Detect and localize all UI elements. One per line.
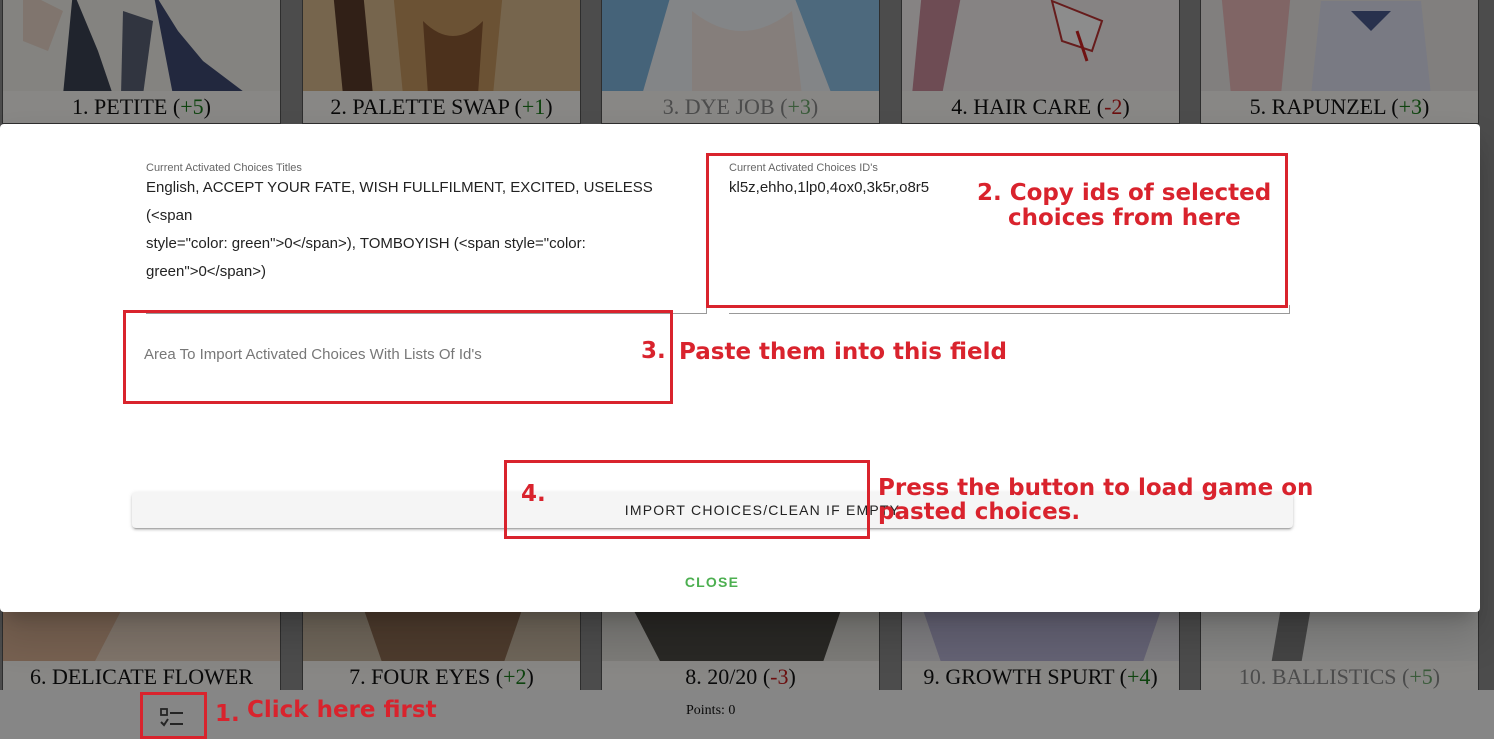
annotation-step4-line2: pasted choices. bbox=[878, 499, 1081, 525]
choice-card[interactable]: 3. DYE JOB (+3) bbox=[601, 0, 880, 124]
annotation-step1-text: Click here first bbox=[247, 697, 437, 723]
choice-title: 1. PETITE (+5) bbox=[3, 91, 280, 123]
character-artwork bbox=[303, 0, 580, 95]
choice-title: 4. HAIR CARE (-2) bbox=[902, 91, 1179, 123]
annotation-step1-number: 1. bbox=[215, 701, 240, 727]
character-artwork bbox=[602, 607, 879, 665]
annotation-step2-line2: choices from here bbox=[1008, 205, 1241, 231]
close-button[interactable]: CLOSE bbox=[672, 574, 752, 596]
character-artwork bbox=[602, 0, 879, 95]
choice-card[interactable]: 9. GROWTH SPURT (+4) bbox=[901, 606, 1180, 694]
choice-card[interactable]: 1. PETITE (+5) bbox=[2, 0, 281, 124]
choice-title: 2. PALETTE SWAP (+1) bbox=[303, 91, 580, 123]
highlight-box-step1 bbox=[140, 692, 207, 739]
character-artwork bbox=[303, 607, 580, 665]
highlight-box-step3 bbox=[123, 310, 673, 404]
annotation-step2-line1: 2. Copy ids of selected bbox=[977, 180, 1272, 206]
titles-textarea[interactable]: English, ACCEPT YOUR FATE, WISH FULLFILM… bbox=[146, 174, 701, 286]
choice-card[interactable]: 8. 20/20 (-3) bbox=[601, 606, 880, 694]
annotation-step4-line1: Press the button to load game on bbox=[878, 475, 1314, 501]
choice-title: 7. FOUR EYES (+2) bbox=[303, 661, 580, 693]
annotation-step3-number: 3. bbox=[641, 338, 666, 364]
annotation-step4-number: 4. bbox=[521, 481, 546, 507]
character-artwork bbox=[1201, 607, 1478, 665]
annotation-step3-text: Paste them into this field bbox=[679, 339, 1007, 365]
choice-card[interactable]: 10. BALLISTICS (+5) bbox=[1200, 606, 1479, 694]
choice-title: 8. 20/20 (-3) bbox=[602, 661, 879, 693]
points-counter: Points: 0 bbox=[686, 703, 736, 718]
character-artwork bbox=[3, 607, 280, 665]
character-artwork bbox=[902, 0, 1179, 95]
choice-card[interactable]: 2. PALETTE SWAP (+1) bbox=[302, 0, 581, 124]
choice-title: 5. RAPUNZEL (+3) bbox=[1201, 91, 1478, 123]
choice-card[interactable]: 5. RAPUNZEL (+3) bbox=[1200, 0, 1479, 124]
choice-card[interactable]: 4. HAIR CARE (-2) bbox=[901, 0, 1180, 124]
choice-card[interactable]: 7. FOUR EYES (+2) bbox=[302, 606, 581, 694]
choice-title: 3. DYE JOB (+3) bbox=[602, 91, 879, 123]
choice-title: 10. BALLISTICS (+5) bbox=[1201, 661, 1478, 693]
highlight-box-step4 bbox=[504, 460, 870, 539]
character-artwork bbox=[3, 0, 280, 95]
choice-title: 6. DELICATE FLOWER bbox=[3, 661, 280, 693]
titles-line: style="color: green">0</span>), TOMBOYIS… bbox=[146, 235, 586, 252]
character-artwork bbox=[1201, 0, 1478, 95]
choice-card[interactable]: 6. DELICATE FLOWER bbox=[2, 606, 281, 694]
titles-field-label: Current Activated Choices Titles bbox=[146, 162, 302, 174]
choice-title: 9. GROWTH SPURT (+4) bbox=[902, 661, 1179, 693]
ids-underline bbox=[729, 313, 1289, 314]
titles-line: English, ACCEPT YOUR FATE, WISH FULLFILM… bbox=[146, 179, 653, 224]
titles-line: green">0</span>) bbox=[146, 263, 266, 280]
character-artwork bbox=[902, 607, 1179, 665]
